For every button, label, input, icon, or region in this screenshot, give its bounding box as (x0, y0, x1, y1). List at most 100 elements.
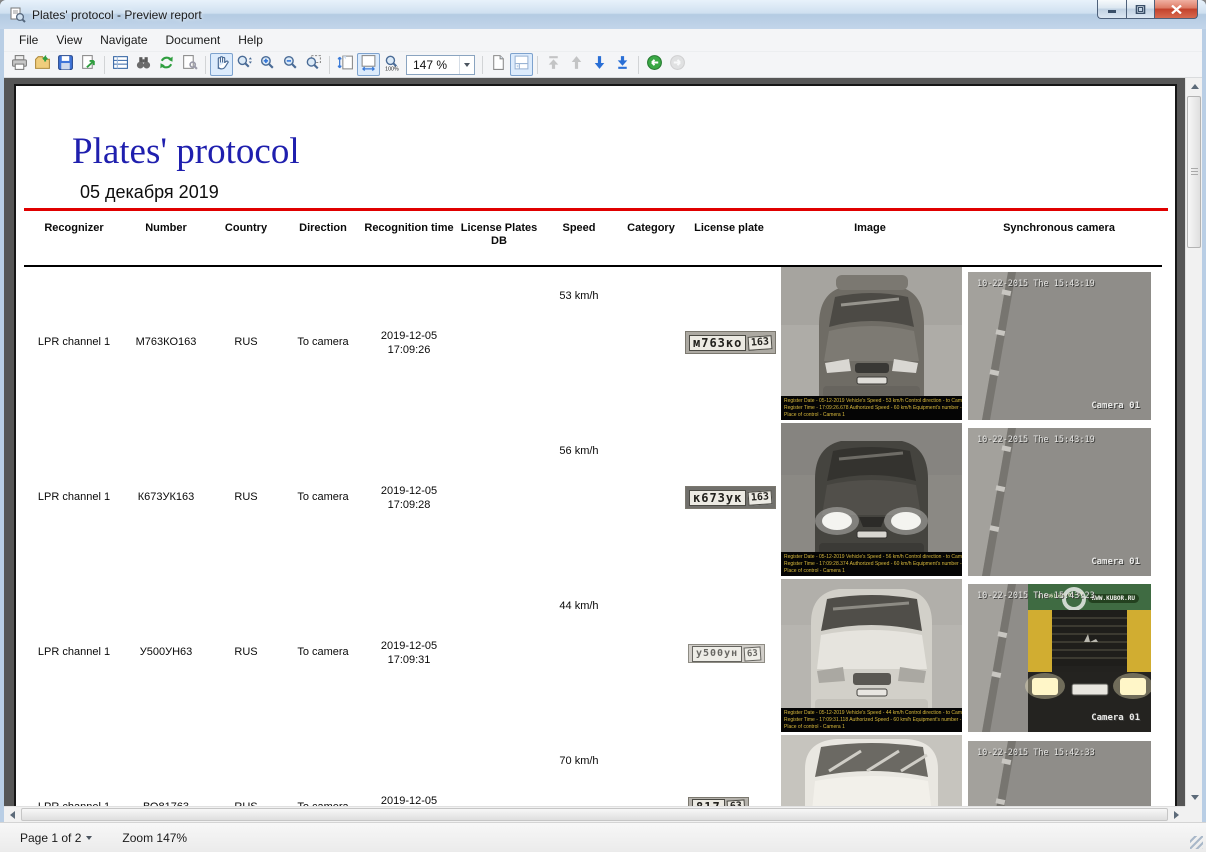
arrow-up-icon (1191, 84, 1199, 89)
zoom-indicator: Zoom 147% (122, 831, 187, 845)
zoom-window-button[interactable] (302, 53, 325, 76)
fit-width-button[interactable] (357, 53, 380, 76)
options-table-icon (112, 54, 129, 76)
toolbar-separator (329, 56, 330, 74)
forward-button[interactable] (666, 53, 689, 76)
chevron-down-icon (464, 63, 470, 67)
menu-help[interactable]: Help (229, 30, 272, 50)
toolbar: 100% 147 % (4, 52, 1202, 78)
document-area[interactable]: Plates' protocol 05 декабря 2019 Recogni… (4, 78, 1185, 806)
toolbar-separator (104, 56, 105, 74)
cell-speed: 44 km/h (529, 599, 629, 613)
menu-document[interactable]: Document (157, 30, 230, 50)
status-bar: Page 1 of 2 Zoom 147% (0, 822, 1206, 852)
fit-page-icon (513, 54, 530, 76)
back-button[interactable] (643, 53, 666, 76)
previous-page-button[interactable] (565, 53, 588, 76)
close-button[interactable] (1155, 0, 1198, 19)
scroll-right-button[interactable] (1168, 807, 1185, 823)
vehicle-image (781, 735, 962, 806)
image-info-band: Register Date - 05-12-2019 Vehicle's Spe… (781, 708, 962, 732)
license-plate-crop: у500ун63 (688, 644, 765, 663)
fit-width-icon (360, 54, 377, 76)
vehicle-image: Register Date - 05-12-2019 Vehicle's Spe… (781, 423, 962, 576)
zoom-dynamic-button[interactable] (233, 53, 256, 76)
single-page-button[interactable] (487, 53, 510, 76)
scroll-left-button[interactable] (4, 807, 21, 823)
report-options-button[interactable] (109, 53, 132, 76)
cell-speed: 56 km/h (529, 444, 629, 458)
vertical-scrollbar[interactable] (1185, 78, 1202, 806)
refresh-button[interactable] (155, 53, 178, 76)
zoom-level-value[interactable]: 147 % (407, 58, 459, 72)
license-plate-crop: м763ко163 (685, 331, 776, 354)
maximize-button[interactable] (1126, 0, 1155, 19)
zoom-level-combo[interactable]: 147 % (406, 55, 475, 75)
arrow-right-icon (1174, 811, 1179, 819)
arrow-down-icon (1191, 795, 1199, 800)
zoom-100-button[interactable]: 100% (380, 53, 403, 76)
scrollbar-corner (1185, 806, 1202, 822)
synchronous-camera-image: 10-22-2015 The 15:43:19 Camera 01 (968, 428, 1151, 576)
cell-recognizer: LPR channel 1 (24, 645, 124, 659)
horizontal-scrollbar-thumb[interactable] (21, 808, 1168, 821)
export-button[interactable] (77, 53, 100, 76)
first-page-icon (545, 54, 562, 76)
zoom-in-button[interactable] (256, 53, 279, 76)
fit-height-button[interactable] (334, 53, 357, 76)
title-divider (24, 208, 1168, 211)
resize-grip[interactable] (1190, 836, 1203, 849)
vehicle-image: Register Date - 05-12-2019 Vehicle's Spe… (781, 267, 962, 420)
report-page: Plates' protocol 05 декабря 2019 Recogni… (14, 84, 1177, 806)
open-button[interactable] (31, 53, 54, 76)
menu-file[interactable]: File (10, 30, 47, 50)
column-header-recognizer: Recognizer (24, 222, 124, 235)
report-title: Plates' protocol (72, 130, 300, 173)
find-button[interactable] (132, 53, 155, 76)
open-folder-icon (34, 54, 51, 76)
column-header-license-plate: License plate (659, 222, 799, 235)
zoom-combo-dropdown[interactable] (459, 56, 474, 74)
cell-speed: 70 km/h (529, 754, 629, 768)
minimize-button[interactable] (1097, 0, 1126, 19)
next-page-button[interactable] (588, 53, 611, 76)
license-plate-crop: 81763 (688, 797, 749, 806)
toolbar-separator (638, 56, 639, 74)
last-page-icon (614, 54, 631, 76)
synchronous-camera-image: 10-22-2015 The 15:42:33 Camera 01 (968, 741, 1151, 806)
page-selector[interactable]: Page 1 of 2 (14, 828, 98, 848)
menu-view[interactable]: View (47, 30, 91, 50)
back-icon (646, 54, 663, 76)
title-bar[interactable]: Plates' protocol - Preview report (0, 0, 1206, 29)
print-button[interactable] (8, 53, 31, 76)
image-info-band: Register Date - 05-12-2019 Vehicle's Spe… (781, 396, 962, 420)
cell-recognition-time: 2019-12-0517:09:26 (344, 329, 474, 357)
scroll-up-button[interactable] (1186, 78, 1203, 95)
license-plate-crop: к673ук163 (685, 486, 776, 509)
column-header-synchronous-camera: Synchronous camera (979, 222, 1139, 235)
fit-page-button[interactable] (510, 53, 533, 76)
page-setup-button[interactable] (178, 53, 201, 76)
zoom-out-button[interactable] (279, 53, 302, 76)
first-page-button[interactable] (542, 53, 565, 76)
pan-tool-button[interactable] (210, 53, 233, 76)
cell-recognition-time: 2019-12-0517:09:31 (344, 639, 474, 667)
cell-recognition-time: 2019-12-0517:09:28 (344, 484, 474, 512)
report-date: 05 декабря 2019 (80, 182, 219, 203)
image-info-band: Register Date - 05-12-2019 Vehicle's Spe… (781, 552, 962, 576)
save-button[interactable] (54, 53, 77, 76)
synchronous-camera-image: 10-22-2015 The 15:43:19 Camera 01 (968, 272, 1151, 420)
preview-report-window: Plates' protocol - Preview report File V… (0, 0, 1206, 852)
scroll-down-button[interactable] (1186, 789, 1203, 806)
printer-icon (11, 54, 28, 76)
vertical-scrollbar-thumb[interactable] (1187, 96, 1201, 248)
cell-recognizer: LPR channel 1 (24, 335, 124, 349)
toolbar-separator (205, 56, 206, 74)
toolbar-separator (537, 56, 538, 74)
synchronous-camera-image: 8(846)641-07-07 WWW.KUBOR.RU 10-22-2015 … (968, 584, 1151, 732)
menu-navigate[interactable]: Navigate (91, 30, 156, 50)
horizontal-scrollbar[interactable] (4, 806, 1185, 822)
cell-speed: 53 km/h (529, 289, 629, 303)
binoculars-icon (135, 54, 152, 76)
last-page-button[interactable] (611, 53, 634, 76)
